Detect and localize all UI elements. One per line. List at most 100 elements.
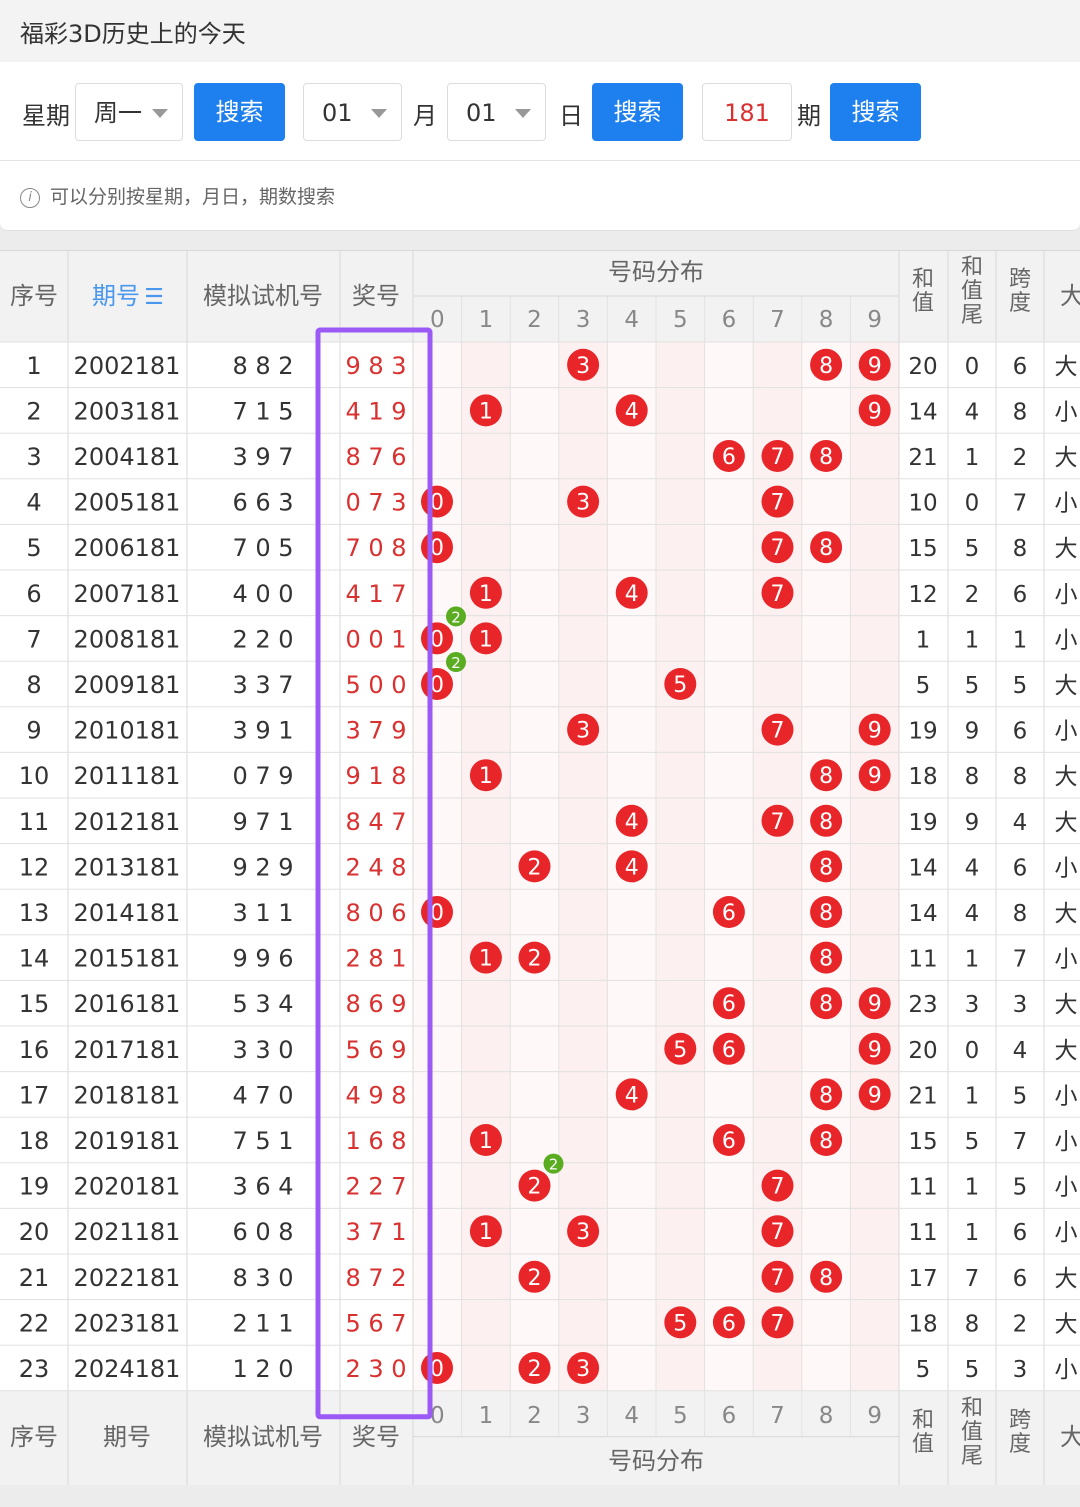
cell-seq: 13 [19,899,50,927]
cell-sum-tail: 4 [965,855,980,881]
cell-prize: 8 0 6 [345,899,406,927]
ball-digit: 8 [819,354,833,379]
ball-digit: 4 [625,399,639,424]
cell-size: 大 [1055,354,1078,380]
cell-prize: 8 4 7 [345,808,406,836]
ball-digit: 2 [528,947,542,972]
ball-digit: 8 [819,810,833,835]
cell-prize: 4 1 9 [345,397,406,425]
cell-sum: 11 [908,947,937,973]
ball-digit: 3 [576,491,590,516]
header-period[interactable]: 期号 [103,1423,151,1451]
ball-digit: 5 [673,673,687,698]
cell-span: 6 [1013,1266,1028,1292]
cell-period: 2021181 [74,1218,181,1246]
cell-sum-tail: 3 [965,992,980,1018]
period-search-button[interactable]: 搜索 [830,83,921,141]
period-label: 期 [797,102,821,130]
cell-period: 2008181 [74,625,181,653]
cell-seq: 17 [19,1081,50,1109]
cell-prize: 4 9 8 [345,1081,406,1109]
ball-digit: 8 [819,764,833,789]
cell-seq: 16 [19,1036,50,1064]
header-digit: 6 [722,1403,737,1429]
cell-prize: 2 8 1 [345,945,406,973]
ball-digit: 6 [722,992,736,1017]
period-input[interactable]: 181 [702,83,792,141]
dist-col-bg [850,342,899,1391]
cell-span: 5 [1013,1083,1028,1109]
cell-seq: 5 [26,534,41,562]
ball-digit: 7 [771,536,785,561]
cell-size: 小 [1055,855,1078,881]
cell-span: 1 [1013,627,1028,653]
cell-seq: 8 [26,671,41,699]
ball-digit: 6 [722,1311,736,1336]
cell-period: 2024181 [74,1355,181,1383]
sort-icon[interactable]: ☰ [144,285,164,310]
cell-prize: 8 7 2 [345,1264,406,1292]
cell-trial: 7 0 5 [232,534,293,562]
cell-sum-tail: 5 [965,1357,980,1383]
chevron-down-icon [515,109,531,118]
cell-sum-tail: 8 [965,764,980,790]
cell-prize: 2 2 7 [345,1173,406,1201]
cell-prize: 4 1 7 [345,580,406,608]
ball-digit: 9 [868,1038,882,1063]
ball-digit: 7 [771,1266,785,1291]
cell-prize: 0 0 1 [345,625,406,653]
header-digit: 2 [527,1403,542,1429]
header-trial: 模拟试机号 [203,1423,323,1451]
ball-digit: 9 [868,399,882,424]
cell-size: 小 [1055,1175,1078,1201]
date-search-button[interactable]: 搜索 [592,83,683,141]
cell-seq: 9 [26,717,41,745]
header-digit: 7 [770,307,785,333]
cell-sum-tail: 0 [965,354,980,380]
cell-sum-tail: 4 [965,901,980,927]
header-digit: 7 [770,1403,785,1429]
cell-trial: 4 0 0 [232,580,293,608]
cell-sum: 15 [908,1129,937,1155]
ball-digit: 8 [819,1083,833,1108]
cell-size: 大 [1055,445,1078,471]
cell-sum: 5 [916,1357,931,1383]
cell-sum-tail: 1 [965,947,980,973]
cell-period: 2007181 [74,580,181,608]
header-span: 跨度 [1009,1408,1031,1457]
cell-span: 8 [1013,536,1028,562]
cell-prize: 5 6 9 [345,1036,406,1064]
header-period[interactable]: 期号 [92,282,140,310]
cell-prize: 8 7 6 [345,443,406,471]
header-size: 大 [1060,282,1080,310]
chevron-down-icon [371,109,387,118]
header-prize: 奖号 [352,282,400,310]
header-distribution: 号码分布 [608,1447,704,1475]
cell-sum-tail: 9 [965,719,980,745]
cell-prize: 5 6 7 [345,1309,406,1337]
divider [0,160,1080,161]
history-table-svg: 序号 期号 ☰ 模拟试机号 奖号号码分布0 1 2 3 4 5 6 7 8 9和值和值尾跨度 大序号 期号 模拟… [0,250,1080,1485]
ball-digit: 9 [868,1083,882,1108]
cell-period: 2022181 [74,1264,181,1292]
header-digit: 8 [819,307,834,333]
cell-period: 2020181 [74,1173,181,1201]
weekday-search-button[interactable]: 搜索 [194,83,285,141]
cell-size: 小 [1055,399,1078,425]
cell-trial: 8 3 0 [232,1264,293,1292]
header-prize: 奖号 [352,1423,400,1451]
ball-digit: 3 [576,1220,590,1245]
month-select[interactable]: 01 [303,83,402,141]
header-digit: 2 [527,307,542,333]
cell-trial: 8 8 2 [232,352,293,380]
weekday-select[interactable]: 周一 [75,83,183,141]
header-digit: 0 [430,307,445,333]
search-hint: i 可以分别按星期，月日，期数搜索 [20,182,335,209]
cell-prize: 9 8 3 [345,352,406,380]
day-select[interactable]: 01 [447,83,546,141]
cell-prize: 3 7 9 [345,717,406,745]
day-value: 01 [466,99,497,127]
ball-digit: 3 [576,719,590,744]
cell-seq: 7 [26,625,41,653]
cell-sum: 21 [908,445,937,471]
